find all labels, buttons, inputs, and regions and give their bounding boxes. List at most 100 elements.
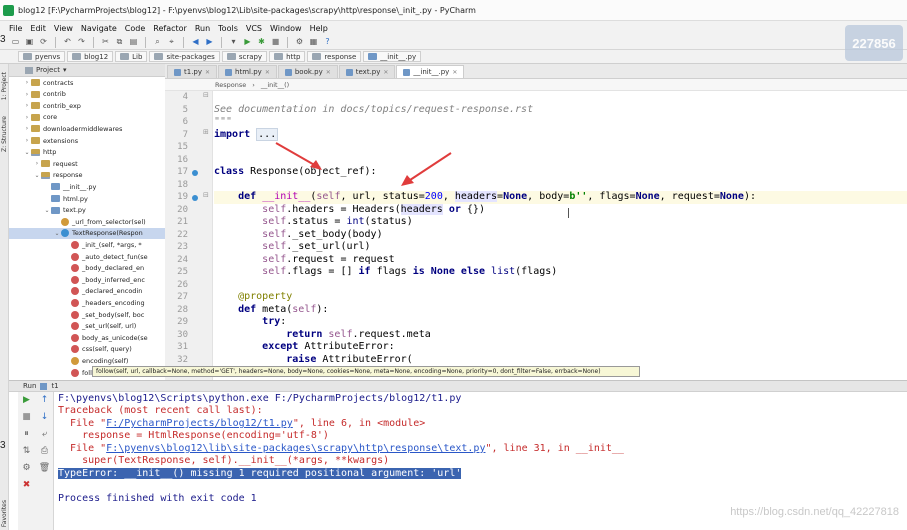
settings-icon[interactable]: ⚙	[21, 463, 32, 474]
expand-arrow-icon[interactable]: ›	[23, 79, 31, 86]
structure-icon[interactable]: ▦	[308, 37, 319, 48]
project-panel-title[interactable]: Project	[36, 66, 60, 74]
tree-item[interactable]: _auto_detect_fun(se	[9, 251, 165, 262]
console-selected-error[interactable]: TypeError: __init__() missing 1 required…	[58, 468, 462, 479]
crumb-blog12[interactable]: blog12	[67, 51, 114, 62]
fold-marker-icon[interactable]: ⊞	[203, 128, 209, 136]
override-marker-icon[interactable]	[192, 170, 198, 176]
tree-item[interactable]: › extensions	[9, 135, 165, 146]
tree-item[interactable]: › contrib	[9, 89, 165, 100]
debug-icon[interactable]: ✱	[256, 37, 267, 48]
crumb-class[interactable]: Response	[215, 81, 246, 89]
menu-help[interactable]: Help	[310, 24, 328, 33]
tree-item[interactable]: _init_(self, *args, *	[9, 239, 165, 250]
crumb-response[interactable]: response	[307, 51, 362, 62]
tree-item[interactable]: _declared_encodin	[9, 286, 165, 297]
menu-code[interactable]: Code	[125, 24, 145, 33]
expand-arrow-icon[interactable]: ⌄	[53, 230, 61, 237]
crumb-site-packages[interactable]: site-packages	[149, 51, 220, 62]
pause-icon[interactable]: ⏸	[21, 429, 32, 440]
redo-icon[interactable]: ↷	[76, 37, 87, 48]
project-tool-tab[interactable]: 1: Project	[1, 72, 8, 100]
tree-item[interactable]: ⌄ http	[9, 147, 165, 158]
expand-arrow-icon[interactable]: ⌄	[33, 172, 41, 179]
menu-tools[interactable]: Tools	[218, 24, 238, 33]
scroll-up-icon[interactable]: ↑	[39, 395, 50, 406]
dump-threads-icon[interactable]: ⇅	[21, 446, 32, 457]
crumb-init-file[interactable]: __init__.py	[363, 51, 422, 62]
expand-arrow-icon[interactable]: ›	[23, 102, 31, 109]
tree-item[interactable]: _body_inferred_enc	[9, 274, 165, 285]
console-file-link[interactable]: F:/PycharmProjects/blog12/t1.py	[106, 418, 293, 429]
settings-icon[interactable]: ⚙	[294, 37, 305, 48]
tree-item[interactable]: body_as_unicode(se	[9, 332, 165, 343]
expand-arrow-icon[interactable]: ›	[23, 91, 31, 98]
chevron-down-icon[interactable]: ▾	[63, 66, 67, 74]
menu-window[interactable]: Window	[270, 24, 302, 33]
back-icon[interactable]: ◀	[190, 37, 201, 48]
close-tab-icon[interactable]: ✕	[452, 69, 457, 76]
expand-arrow-icon[interactable]: ⌄	[23, 149, 31, 156]
crumb-method[interactable]: __init__()	[261, 81, 289, 89]
expand-arrow-icon[interactable]: ›	[23, 114, 31, 121]
editor-tab[interactable]: t1.py ✕	[167, 65, 218, 78]
paste-icon[interactable]: ▤	[128, 37, 139, 48]
editor-tab[interactable]: html.py ✕	[218, 65, 277, 78]
cut-icon[interactable]: ✂	[100, 37, 111, 48]
tree-item[interactable]: _url_from_selector(sel)	[9, 216, 165, 227]
expand-arrow-icon[interactable]: ›	[33, 160, 41, 167]
run-config-icon[interactable]: ▾	[228, 37, 239, 48]
fold-marker-icon[interactable]: ⊟	[203, 191, 209, 199]
tree-item[interactable]: __init__.py	[9, 181, 165, 192]
menu-view[interactable]: View	[54, 24, 73, 33]
favorites-tool-tab[interactable]: Favorites	[1, 500, 8, 527]
menu-vcs[interactable]: VCS	[246, 24, 262, 33]
soft-wrap-icon[interactable]: ⤶	[39, 429, 50, 440]
close-tab-icon[interactable]: ✕	[383, 69, 388, 76]
help-icon[interactable]: ?	[322, 37, 333, 48]
run-config-tab[interactable]: t1	[51, 382, 58, 390]
tree-item[interactable]: ⌄ text.py	[9, 205, 165, 216]
override-marker-icon[interactable]	[192, 195, 198, 201]
console-file-link[interactable]: F:\pyenvs\blog12\lib\site-packages\scrap…	[106, 443, 485, 454]
editor-tab[interactable]: text.py ✕	[338, 65, 396, 78]
forward-icon[interactable]: ▶	[204, 37, 215, 48]
tree-item[interactable]: › contracts	[9, 77, 165, 88]
clear-icon[interactable]: 🗑	[39, 463, 50, 474]
crumb-pyenvs[interactable]: pyenvs	[18, 51, 66, 62]
tree-item[interactable]: ⌄ response	[9, 170, 165, 181]
print-icon[interactable]: ⎙	[39, 446, 50, 457]
tree-item[interactable]: _headers_encoding	[9, 297, 165, 308]
open-folder-icon[interactable]: ▭	[10, 37, 21, 48]
editor-tab[interactable]: __init__.py ✕	[396, 65, 465, 78]
tree-item[interactable]: encoding(self)	[9, 355, 165, 366]
tree-item[interactable]: _set_url(self, url)	[9, 321, 165, 332]
crumb-http[interactable]: http	[269, 51, 306, 62]
tree-item[interactable]: › downloadermiddlewares	[9, 123, 165, 134]
tree-item[interactable]: _set_body(self, boc	[9, 309, 165, 320]
copy-icon[interactable]: ⧉	[114, 37, 125, 48]
close-icon[interactable]: ✖	[21, 480, 32, 491]
stop-icon[interactable]: ■	[270, 37, 281, 48]
menu-refactor[interactable]: Refactor	[153, 24, 187, 33]
code-editor[interactable]: See documentation in docs/topics/request…	[214, 91, 907, 380]
expand-arrow-icon[interactable]: ›	[23, 125, 31, 132]
fold-marker-icon[interactable]: ⊟	[203, 91, 209, 99]
structure-tool-tab[interactable]: Z: Structure	[1, 116, 8, 152]
menu-run[interactable]: Run	[195, 24, 210, 33]
replace-icon[interactable]: ⌖	[166, 37, 177, 48]
editor-tab[interactable]: book.py ✕	[277, 65, 338, 78]
scroll-down-icon[interactable]: ↓	[39, 412, 50, 423]
close-tab-icon[interactable]: ✕	[205, 69, 210, 76]
close-tab-icon[interactable]: ✕	[265, 69, 270, 76]
close-tab-icon[interactable]: ✕	[326, 69, 331, 76]
tree-item[interactable]: › core	[9, 112, 165, 123]
menu-navigate[interactable]: Navigate	[81, 24, 117, 33]
menu-edit[interactable]: Edit	[30, 24, 46, 33]
find-icon[interactable]: ⌕	[152, 37, 163, 48]
tree-item[interactable]: ⌄ TextResponse(Respon	[9, 227, 165, 239]
crumb-lib[interactable]: Lib	[115, 51, 148, 62]
sync-icon[interactable]: ⟳	[38, 37, 49, 48]
run-icon[interactable]: ▶	[242, 37, 253, 48]
tree-item[interactable]: html.py	[9, 193, 165, 204]
